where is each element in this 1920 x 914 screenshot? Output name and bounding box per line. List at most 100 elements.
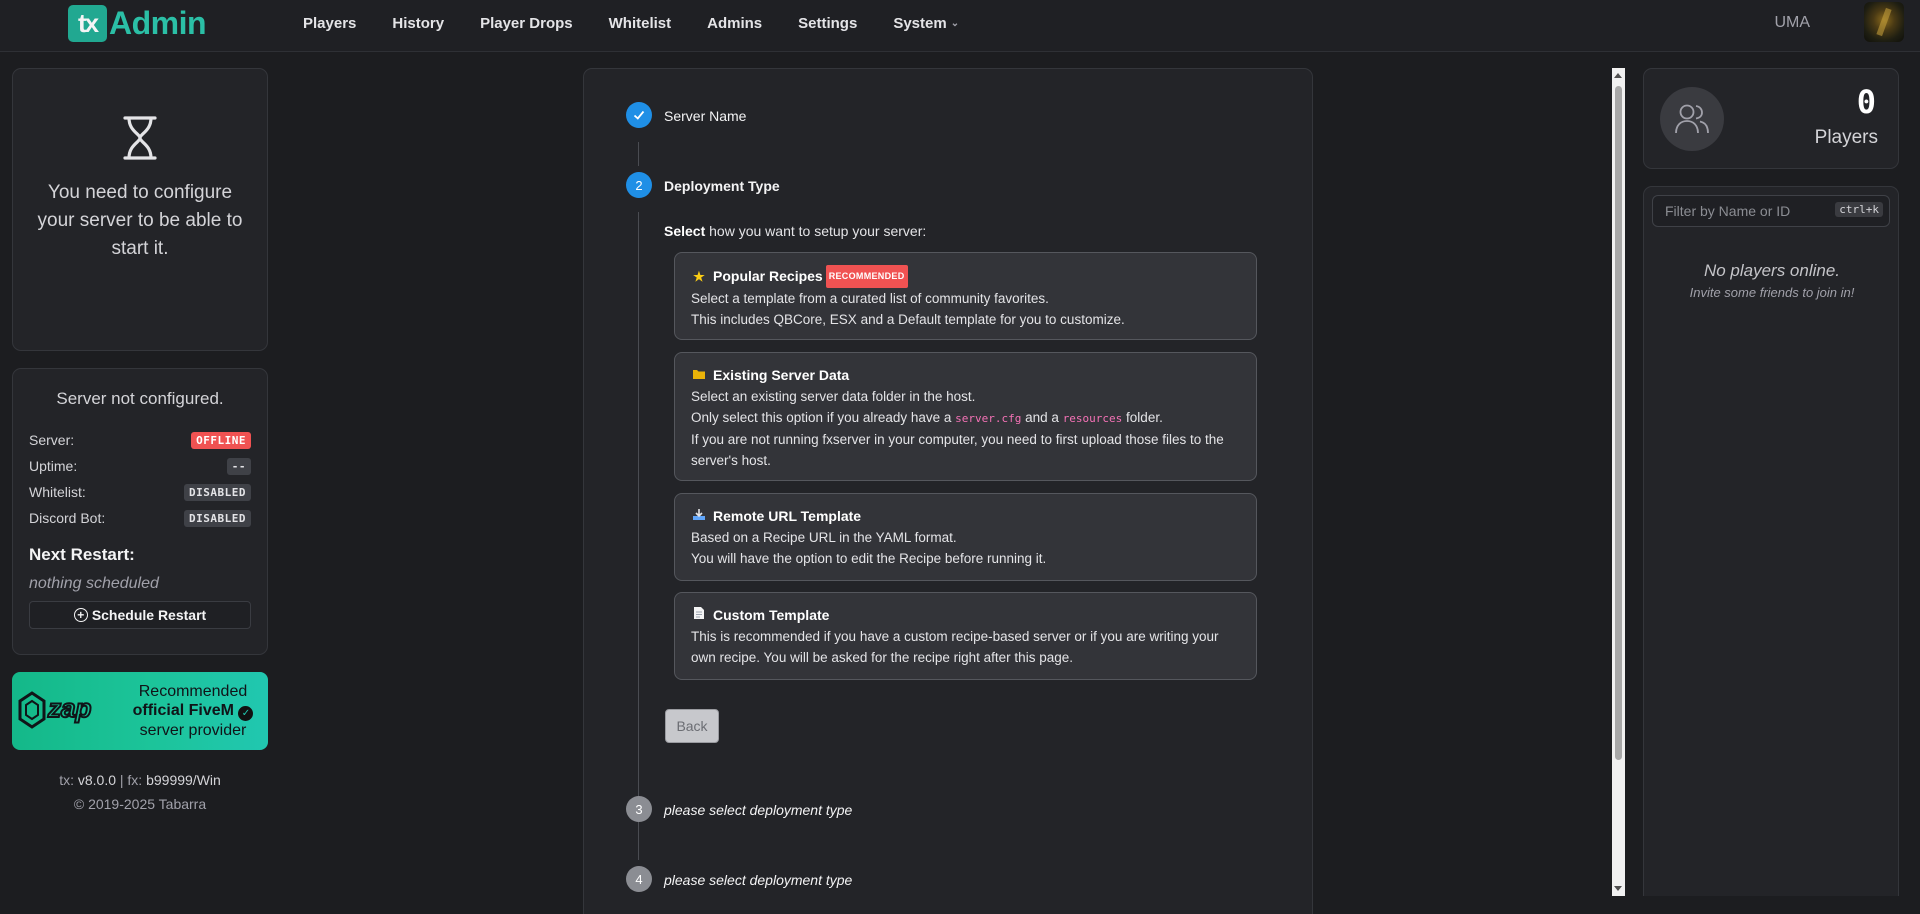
keyboard-shortcut-hint: ctrl+k: [1835, 202, 1883, 217]
folder-icon: [691, 365, 707, 386]
step-3-indicator: 3: [626, 796, 652, 822]
document-icon: [691, 605, 707, 626]
option-desc-line: This is recommended if you have a custom…: [691, 629, 1219, 665]
step-1-label[interactable]: Server Name: [664, 108, 746, 124]
option-existing-server-data[interactable]: Existing Server Data Select an existing …: [674, 352, 1257, 481]
option-title: ★ Popular Recipes RECOMMENDED: [691, 265, 1240, 288]
users-icon: [1660, 87, 1724, 151]
player-count: 0: [1856, 83, 1876, 121]
option-desc-line: This includes QBCore, ESX and a Default …: [691, 312, 1125, 327]
recommended-badge: RECOMMENDED: [825, 265, 908, 288]
status-row-server: Server: OFFLINE: [29, 427, 251, 453]
step-2-label: Deployment Type: [664, 178, 780, 194]
resources-code: resources: [1062, 412, 1123, 425]
option-title-text: Existing Server Data: [713, 367, 850, 383]
discord-bot-badge: DISABLED: [184, 509, 251, 527]
status-label: Uptime:: [29, 458, 78, 474]
player-filter-input[interactable]: [1653, 196, 1823, 226]
status-row-uptime: Uptime: --: [29, 453, 251, 479]
star-icon: ★: [693, 269, 705, 284]
svg-text:zap: zap: [47, 693, 91, 723]
version-line: tx: v8.0.0 | fx: b99999/Win: [12, 768, 268, 792]
uptime-badge: --: [226, 457, 251, 475]
zap-hosting-logo: zap: [12, 672, 122, 750]
zap-banner-text: Recommended official FiveM ✓ server prov…: [122, 682, 268, 740]
logo-mark: tx: [68, 4, 107, 42]
option-desc-line: Select a template from a curated list of…: [691, 291, 1049, 306]
version-footer: tx: v8.0.0 | fx: b99999/Win © 2019-2025 …: [12, 768, 268, 816]
page-scrollbar[interactable]: [1612, 68, 1625, 896]
option-title-text: Remote URL Template: [713, 508, 862, 524]
option-custom-template[interactable]: Custom Template This is recommended if y…: [674, 592, 1257, 680]
server-cfg-code: server.cfg: [955, 412, 1022, 425]
fx-version: b99999/Win: [146, 772, 221, 788]
tx-label: tx:: [59, 772, 74, 788]
step-2-indicator: 2: [626, 172, 652, 198]
schedule-restart-label: Schedule Restart: [91, 607, 207, 623]
setup-wizard: Server Name 2 Deployment Type Select how…: [583, 68, 1313, 914]
verified-check-icon: ✓: [238, 706, 254, 721]
top-navbar: tx Admin Players History Player Drops Wh…: [0, 0, 1920, 52]
player-list-card: ctrl+k No players online. Invite some fr…: [1643, 186, 1899, 896]
desc-fragment: and a: [1021, 410, 1063, 425]
server-status-card: Server not configured. Server: OFFLINE U…: [12, 368, 268, 655]
user-avatar[interactable]: [1864, 2, 1904, 42]
server-status-badge: OFFLINE: [191, 431, 251, 449]
invite-message: Invite some friends to join in!: [1689, 285, 1855, 300]
option-desc-line: Select an existing server data folder in…: [691, 389, 976, 404]
plus-circle-icon: +: [73, 608, 88, 622]
option-title-text: Custom Template: [713, 607, 830, 623]
nav-admins[interactable]: Admins: [707, 15, 762, 32]
zap-hosting-banner[interactable]: zap Recommended official FiveM ✓ server …: [12, 672, 268, 750]
configure-warning-text: You need to configure your server to be …: [37, 182, 243, 259]
download-icon: [691, 506, 707, 527]
step-connector: [638, 212, 639, 850]
user-name[interactable]: UMA: [1774, 14, 1810, 32]
option-desc-line: Based on a Recipe URL in the YAML format…: [691, 530, 957, 545]
status-label: Whitelist:: [29, 484, 86, 500]
step-1-done-indicator: [626, 102, 652, 128]
step-connector: [638, 836, 639, 860]
chevron-down-icon: ⌄: [950, 17, 960, 29]
step-3-label: please select deployment type: [664, 802, 853, 818]
scroll-up-arrow-icon[interactable]: [1614, 73, 1622, 78]
nav-settings[interactable]: Settings: [798, 15, 857, 32]
zap-line-2: official FiveM ✓: [122, 701, 264, 721]
tx-version: v8.0.0: [77, 772, 116, 788]
status-rows: Server: OFFLINE Uptime: -- Whitelist: DI…: [29, 427, 251, 531]
txadmin-logo[interactable]: tx Admin: [68, 4, 207, 42]
scroll-thumb[interactable]: [1615, 86, 1622, 760]
players-count-card: 0 Players: [1643, 68, 1899, 169]
check-icon: [633, 110, 645, 120]
step-connector: [638, 142, 639, 166]
status-label: Server:: [29, 432, 75, 448]
desc-fragment: Only select this option if you already h…: [691, 410, 956, 425]
server-status-title: Server not configured.: [56, 389, 224, 408]
back-button[interactable]: Back: [665, 709, 719, 743]
option-title: Custom Template: [691, 605, 1240, 626]
status-row-discord-bot: Discord Bot: DISABLED: [29, 505, 251, 531]
option-title-text: Popular Recipes: [713, 268, 823, 284]
version-separator: |: [119, 772, 124, 788]
no-players-message: No players online.: [1703, 261, 1841, 280]
player-filter-box: ctrl+k: [1652, 195, 1890, 227]
nav-history[interactable]: History: [392, 15, 444, 32]
schedule-restart-button[interactable]: + Schedule Restart: [29, 601, 251, 629]
zap-line-1: Recommended: [138, 683, 248, 700]
option-remote-url-template[interactable]: Remote URL Template Based on a Recipe UR…: [674, 493, 1257, 581]
next-restart-title: Next Restart:: [29, 545, 135, 564]
scroll-down-arrow-icon[interactable]: [1614, 886, 1622, 891]
nav-system[interactable]: System ⌄: [893, 15, 959, 32]
main-nav: Players History Player Drops Whitelist A…: [303, 0, 995, 46]
option-title: Remote URL Template: [691, 506, 1240, 527]
copyright: © 2019-2025 Tabarra: [73, 796, 207, 812]
option-title: Existing Server Data: [691, 365, 1240, 386]
nav-system-label: System: [893, 14, 947, 32]
select-instruction: Select how you want to setup your server…: [664, 223, 926, 239]
nav-whitelist[interactable]: Whitelist: [609, 15, 672, 32]
option-popular-recipes[interactable]: ★ Popular Recipes RECOMMENDED Select a t…: [674, 252, 1257, 340]
configure-warning-card: You need to configure your server to be …: [12, 68, 268, 351]
nav-players[interactable]: Players: [303, 15, 356, 32]
nav-player-drops[interactable]: Player Drops: [480, 15, 573, 32]
hourglass-icon: [123, 116, 157, 160]
